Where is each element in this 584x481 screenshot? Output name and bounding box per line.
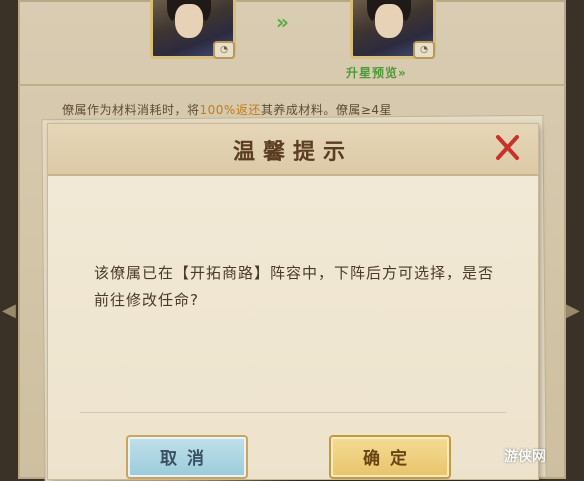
confirm-button[interactable]: 确定	[329, 435, 451, 479]
dialog-header: 温馨提示	[48, 124, 538, 176]
star-preview-link[interactable]: 升星预览»	[346, 64, 407, 81]
double-chevron-right-icon: »	[276, 10, 289, 34]
left-arrow-icon[interactable]: ◀	[2, 300, 16, 321]
dialog-divider	[80, 412, 506, 413]
background-divider	[18, 84, 566, 86]
right-arrow-icon[interactable]: ▶	[566, 300, 580, 321]
portrait-current[interactable]: ◔	[150, 0, 236, 59]
material-info-text: 僚属作为材料消耗时，将100%返还其养成材料。僚属≥4星	[62, 103, 393, 117]
cancel-button[interactable]: 取消	[126, 435, 248, 479]
portrait-badge-icon: ◔	[413, 41, 435, 59]
tip-dialog: 温馨提示 该僚属已在【开拓商路】阵容中，下阵后方可选择，是否前往修改任命? 取消…	[48, 124, 538, 479]
dialog-message: 该僚属已在【开拓商路】阵容中，下阵后方可选择，是否前往修改任命?	[94, 264, 495, 309]
watermark-logo: 游侠网	[504, 449, 546, 465]
portrait-upgraded[interactable]: ◔	[350, 0, 436, 59]
close-icon[interactable]	[492, 132, 522, 162]
dialog-title: 温馨提示	[232, 139, 353, 165]
portrait-badge-icon: ◔	[213, 41, 235, 59]
